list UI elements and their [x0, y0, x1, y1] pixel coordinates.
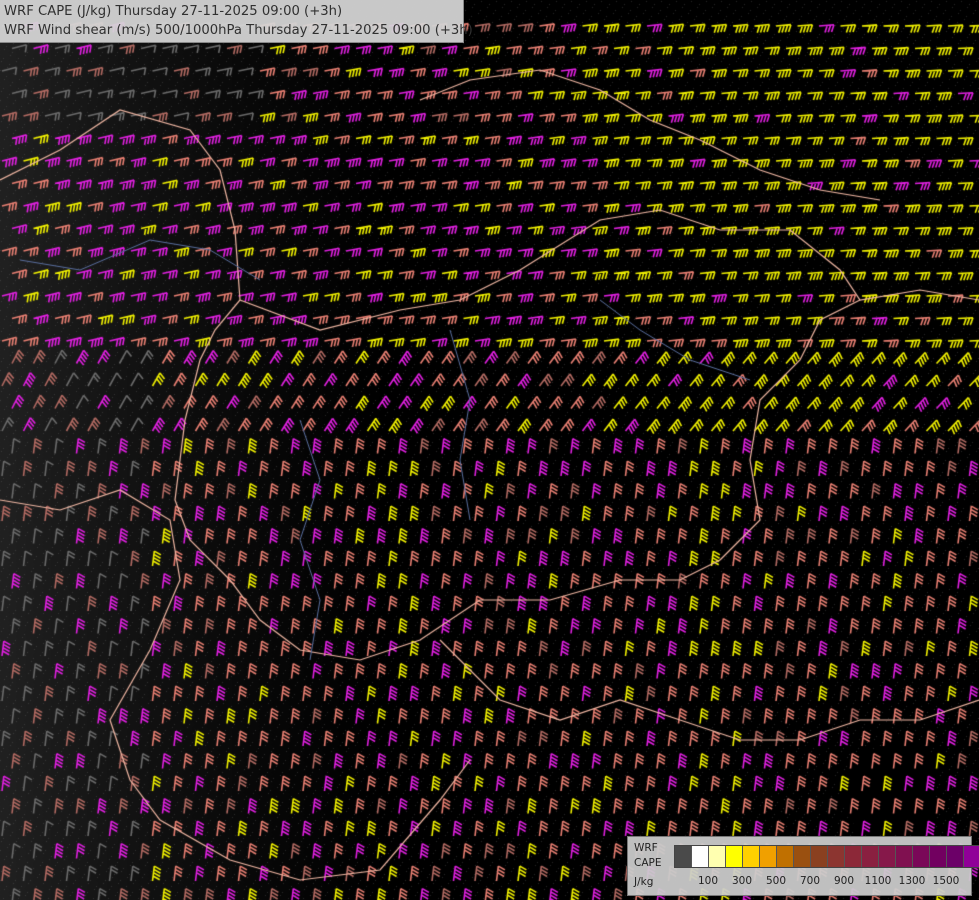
legend-swatch [964, 846, 979, 867]
legend-tick: 300 [731, 875, 753, 887]
map-title-box: WRF CAPE (J/kg) Thursday 27-11-2025 09:0… [0, 0, 473, 43]
legend-swatch [726, 846, 743, 867]
legend-tick: 500 [765, 875, 787, 887]
legend-swatch [947, 846, 964, 867]
legend-tick-labels: 100 300 500 700 900 1100 1300 1500 [672, 875, 968, 889]
legend-label-units: J/kg [634, 876, 654, 888]
legend-swatch [862, 846, 879, 867]
legend-swatch [675, 846, 692, 867]
legend-swatch [760, 846, 777, 867]
legend-swatch [692, 846, 709, 867]
legend-swatch [811, 846, 828, 867]
legend-swatch [828, 846, 845, 867]
wind-shear-title: WRF Wind shear (m/s) 500/1000hPa Thursda… [4, 23, 473, 38]
legend-swatch [709, 846, 726, 867]
legend-swatch [930, 846, 947, 867]
cape-title: WRF CAPE (J/kg) Thursday 27-11-2025 09:0… [4, 4, 343, 19]
legend-swatch [879, 846, 896, 867]
legend-label-wrf: WRF [634, 842, 658, 854]
legend-tick: 900 [833, 875, 855, 887]
legend-tick: 700 [799, 875, 821, 887]
legend-tick: 1300 [898, 875, 926, 887]
legend-swatch [913, 846, 930, 867]
legend-label-cape: CAPE [634, 857, 662, 869]
legend-tick: 1100 [864, 875, 892, 887]
wind-shear-map[interactable] [0, 0, 979, 900]
legend-swatch [896, 846, 913, 867]
legend-swatch [845, 846, 862, 867]
legend-swatch [743, 846, 760, 867]
legend-tick: 100 [697, 875, 719, 887]
cape-legend: WRF CAPE J/kg 100 300 500 700 900 1100 1300 150… [627, 836, 979, 896]
legend-swatch [794, 846, 811, 867]
legend-swatch [777, 846, 794, 867]
legend-tick: 1500 [932, 875, 960, 887]
legend-color-scale [674, 845, 979, 868]
